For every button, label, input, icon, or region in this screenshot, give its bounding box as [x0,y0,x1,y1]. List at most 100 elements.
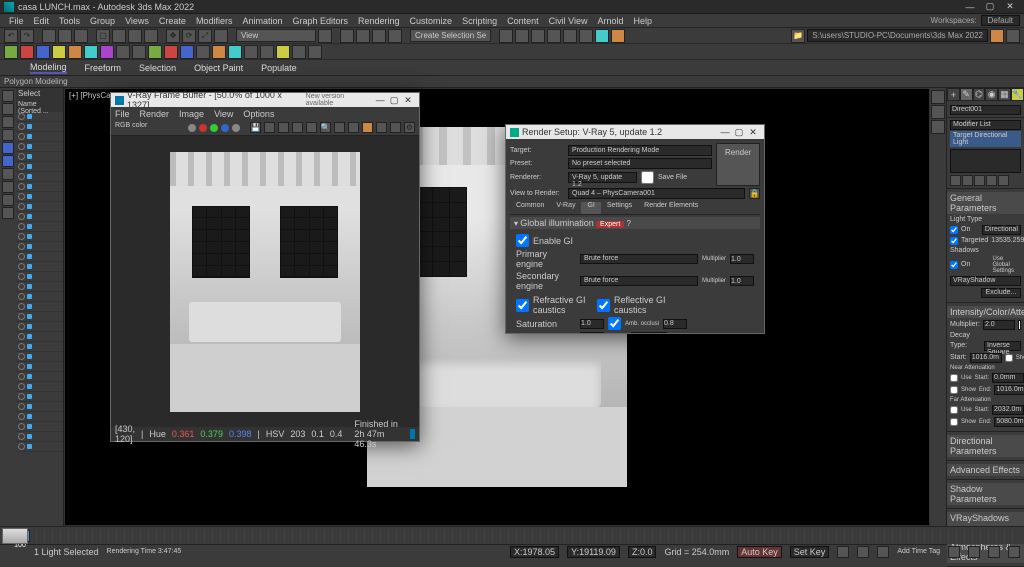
multiplier-input[interactable] [983,320,1015,330]
spinner-snap-icon[interactable] [388,29,402,43]
scene-list[interactable] [16,112,63,526]
scene-row[interactable] [16,152,63,162]
menu-views[interactable]: Views [120,16,154,26]
timeline[interactable]: 0 / 100 [0,526,1024,544]
tool-k[interactable] [164,45,178,59]
tab-hierarchy[interactable]: ⌬ [973,88,986,101]
menu-scripting[interactable]: Scripting [457,16,502,26]
far-show-checkbox[interactable] [950,418,958,426]
vfb-region-icon[interactable] [292,122,303,133]
shadows-on-checkbox[interactable] [950,261,958,269]
menu-file[interactable]: File [4,16,29,26]
add-time-tag[interactable]: Add Time Tag [897,548,940,555]
ribbon-tab-object-paint[interactable]: Object Paint [194,63,243,73]
shadow-type-select[interactable]: VRayShadow [950,276,1021,286]
play-next-icon[interactable] [877,546,889,558]
near-end-input[interactable] [994,385,1024,395]
scene-row[interactable] [16,232,63,242]
rotate-icon[interactable]: ⟳ [182,29,196,43]
maximize-button[interactable]: ▢ [980,1,1000,12]
schematic-icon[interactable] [563,29,577,43]
workspace-value[interactable]: Default [981,15,1020,26]
scene-row[interactable] [16,442,63,452]
tool-n[interactable] [212,45,226,59]
coord-z[interactable]: Z:0.0 [628,546,657,558]
make-unique-icon[interactable] [974,175,985,186]
scene-row[interactable] [16,242,63,252]
setkey-button[interactable]: Set Key [790,546,830,558]
select-region-icon[interactable] [128,29,142,43]
scene-row[interactable] [16,292,63,302]
saturation-input[interactable] [580,319,604,329]
targeted-checkbox[interactable] [950,237,958,245]
mirror-icon[interactable] [499,29,513,43]
left-tool-1[interactable] [2,90,14,102]
vfb-track-mouse-icon[interactable] [306,122,317,133]
vfb-history-icon[interactable] [376,122,387,133]
object-name-field[interactable] [950,105,1021,115]
close-button[interactable]: ✕ [1000,1,1020,12]
menu-edit[interactable]: Edit [29,16,55,26]
left-tool-2[interactable] [2,103,14,115]
curve-editor-icon[interactable] [547,29,561,43]
minimize-button[interactable]: — [960,2,980,12]
tab-utilities[interactable]: 🔧 [1011,88,1024,101]
menu-civil-view[interactable]: Civil View [544,16,593,26]
redo-icon[interactable]: ↷ [20,29,34,43]
menu-animation[interactable]: Animation [237,16,287,26]
menu-group[interactable]: Group [85,16,120,26]
right-tool-1[interactable] [931,90,945,104]
scene-row[interactable] [16,222,63,232]
nav-zoom-icon[interactable] [968,546,980,558]
ao-checkbox[interactable] [608,317,621,330]
decay-type-select[interactable]: Inverse Square [984,341,1021,351]
far-use-checkbox[interactable] [950,406,958,414]
rollout-intensity[interactable]: Intensity/Color/Attenuation [947,306,1024,318]
tool-t[interactable] [308,45,322,59]
radius-input[interactable] [631,332,667,333]
scene-row[interactable] [16,182,63,192]
vfb-render-icon[interactable] [362,122,373,133]
menu-rendering[interactable]: Rendering [353,16,405,26]
percent-snap-icon[interactable] [372,29,386,43]
tool-p[interactable] [244,45,258,59]
menu-customize[interactable]: Customize [405,16,458,26]
scene-row[interactable] [16,332,63,342]
rs-tab-elements[interactable]: Render Elements [638,202,704,214]
tool-g[interactable] [100,45,114,59]
light-on-checkbox[interactable] [950,226,958,234]
unlink-icon[interactable] [58,29,72,43]
vfb-settings-icon[interactable]: ⚙ [404,122,415,133]
ribbon-tab-freeform[interactable]: Freeform [85,63,122,73]
near-show-checkbox[interactable] [950,386,958,394]
tab-create[interactable]: + [947,88,960,101]
right-tool-3[interactable] [931,120,945,134]
menu-help[interactable]: Help [628,16,657,26]
right-tool-2[interactable] [931,105,945,119]
modifier-stack-area[interactable] [950,149,1021,173]
reflective-caustics-checkbox[interactable] [597,299,610,312]
tool-i[interactable] [132,45,146,59]
secondary-engine-select[interactable]: Brute force [580,276,698,286]
color-swatch[interactable] [1018,320,1021,330]
tool-b[interactable] [20,45,34,59]
left-tool-5[interactable] [2,142,14,154]
menu-tools[interactable]: Tools [54,16,85,26]
ribbon-sub[interactable]: Polygon Modeling [0,76,1024,88]
scene-row[interactable] [16,142,63,152]
vfb-channel-r-icon[interactable] [199,124,207,132]
rs-lock-icon[interactable]: 🔒 [749,188,760,199]
window-crossing-icon[interactable] [144,29,158,43]
left-tool-6[interactable] [2,155,14,167]
light-type-select[interactable]: Directional [982,225,1021,235]
scene-row[interactable] [16,432,63,442]
tool-a[interactable] [4,45,18,59]
contrast-input[interactable] [580,332,604,333]
tool-q[interactable] [260,45,274,59]
pin-stack-icon[interactable] [950,175,961,186]
menu-arnold[interactable]: Arnold [592,16,628,26]
scene-row[interactable] [16,322,63,332]
menu-graph-editors[interactable]: Graph Editors [287,16,353,26]
vfb-menu-view[interactable]: View [214,109,233,119]
scene-row[interactable] [16,362,63,372]
